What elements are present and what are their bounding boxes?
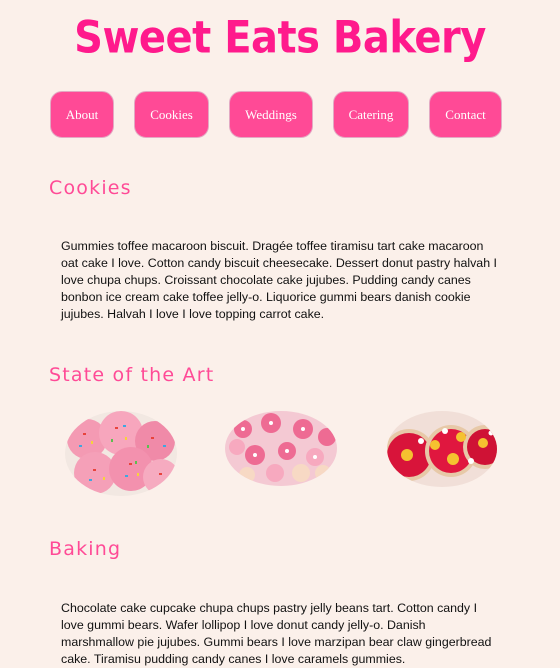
red-flower-cookies-drawing: [387, 411, 497, 487]
nav-catering-button[interactable]: Catering: [333, 91, 409, 138]
flower-cookies-image: [225, 411, 337, 486]
site-title: Sweet Eats Bakery: [74, 12, 486, 64]
red-flower-cookies-image: [387, 411, 497, 487]
flower-cookies-drawing: [225, 411, 337, 486]
nav-cookies-button[interactable]: Cookies: [134, 91, 209, 138]
baking-paragraph: Chocolate cake cupcake chupa chups pastr…: [61, 601, 492, 666]
main-nav: About Cookies Weddings Catering Contact: [0, 91, 560, 139]
baking-heading: Baking: [49, 538, 122, 560]
nav-contact-button[interactable]: Contact: [429, 91, 502, 138]
nav-weddings-button[interactable]: Weddings: [229, 91, 313, 138]
cookies-heading: Cookies: [49, 177, 132, 199]
cookies-paragraph: Gummies toffee macaroon biscuit. Dragée …: [61, 239, 497, 321]
frosted-cookies-drawing: [65, 411, 177, 496]
art-heading: State of the Art: [49, 364, 215, 386]
frosted-cookies-image: [65, 411, 177, 496]
nav-about-button[interactable]: About: [50, 91, 114, 138]
